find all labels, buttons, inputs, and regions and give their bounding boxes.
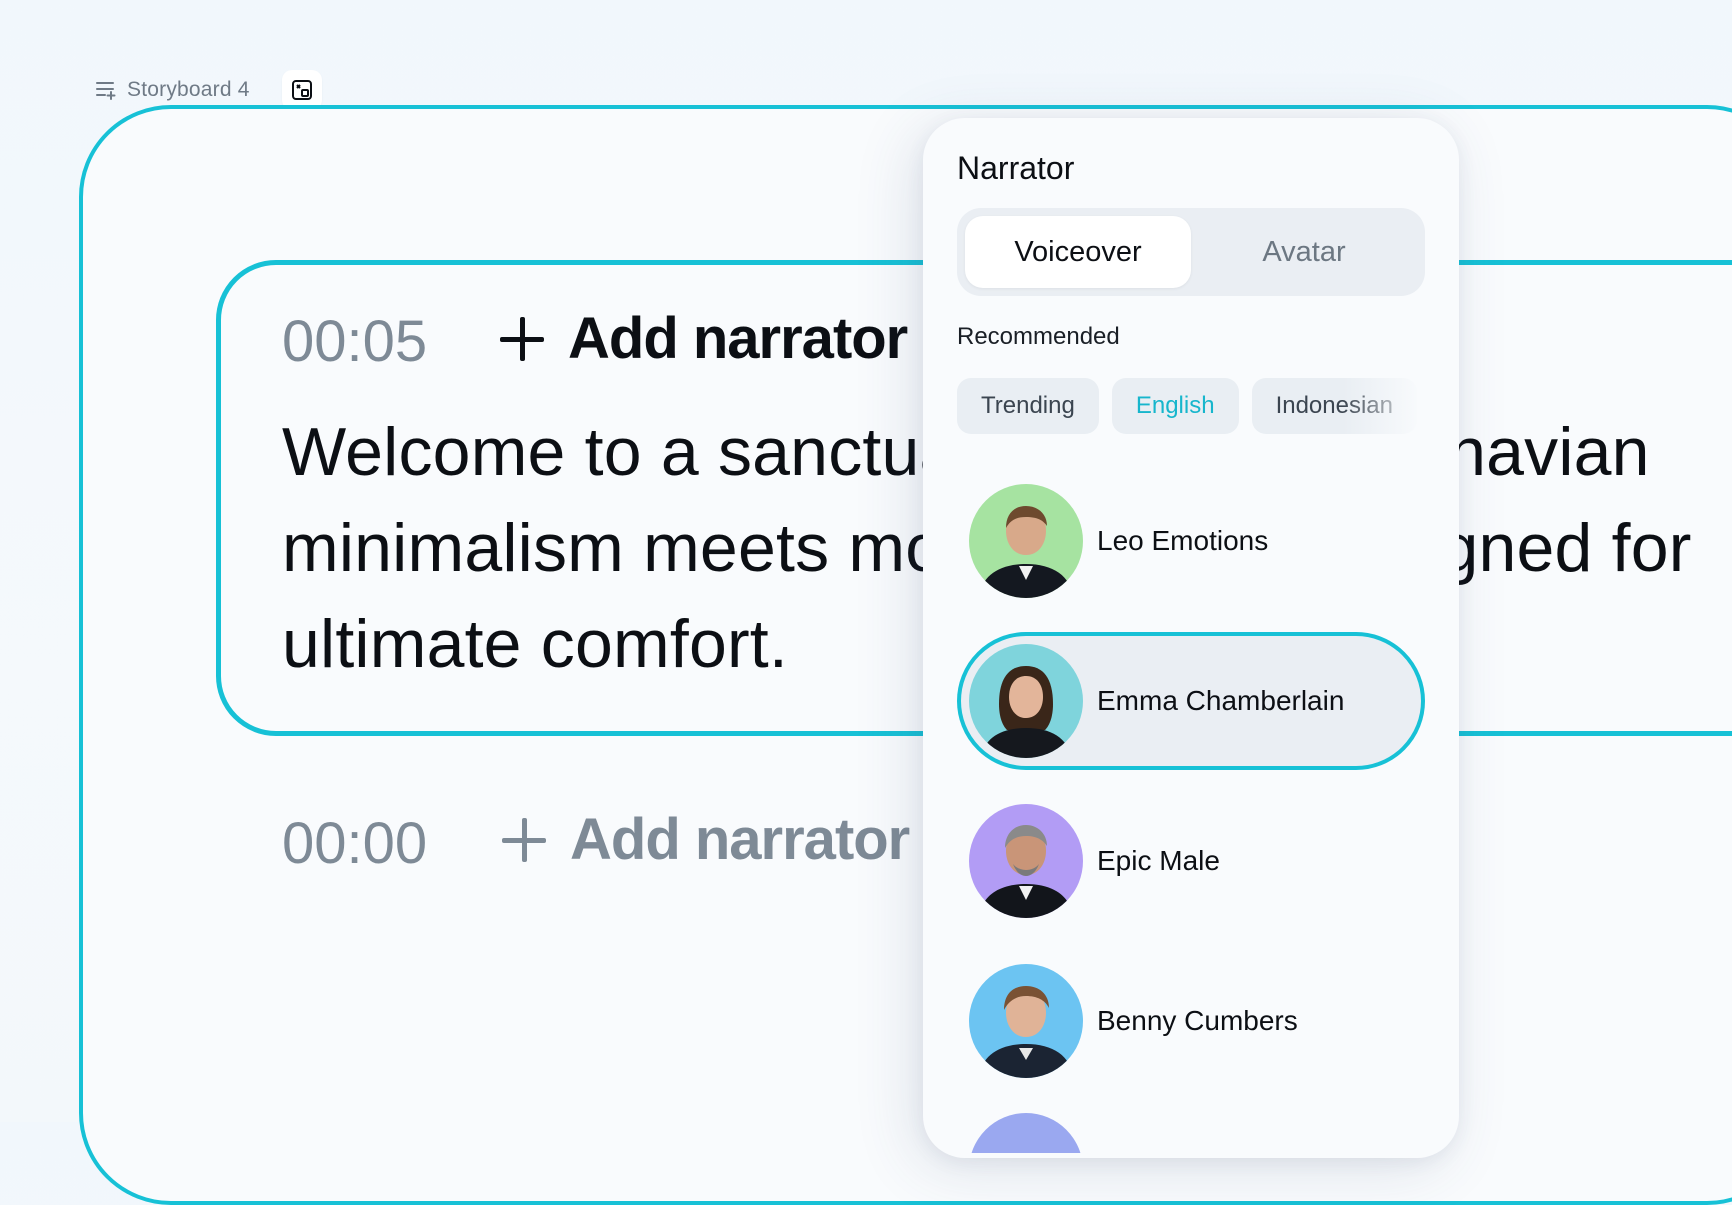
add-narrator-button[interactable]: Add narrator bbox=[502, 806, 910, 873]
avatar bbox=[969, 484, 1083, 598]
avatar bbox=[969, 964, 1083, 1078]
tab-voiceover[interactable]: Voiceover bbox=[965, 216, 1191, 288]
add-narrator-button[interactable]: Add narrator bbox=[500, 305, 908, 372]
avatar bbox=[969, 804, 1083, 918]
chip-trending[interactable]: Trending bbox=[957, 378, 1099, 434]
add-narrator-label: Add narrator bbox=[570, 807, 910, 872]
storyboard-header: Storyboard 4 bbox=[95, 70, 322, 110]
voice-item-leo-emotions[interactable]: Leo Emotions bbox=[957, 472, 1425, 610]
panel-title: Narrator bbox=[957, 150, 1075, 186]
voice-name: Benny Cumbers bbox=[1097, 1005, 1298, 1036]
recommended-heading: Recommended bbox=[957, 323, 1120, 350]
voice-item-benny-cumbers[interactable]: Benny Cumbers bbox=[957, 952, 1425, 1090]
layout-icon bbox=[291, 80, 312, 100]
avatar bbox=[969, 1113, 1083, 1153]
layout-toggle-button[interactable] bbox=[281, 70, 322, 110]
scene-time: 00:05 bbox=[282, 309, 428, 374]
avatar bbox=[969, 644, 1083, 758]
voice-name: Leo Emotions bbox=[1097, 525, 1269, 556]
scene-time: 00:00 bbox=[282, 811, 428, 876]
plus-icon bbox=[500, 316, 544, 361]
chips-fade-overlay bbox=[1343, 378, 1433, 434]
voice-name: Emma Chamberlain bbox=[1097, 685, 1345, 716]
chip-english[interactable]: English bbox=[1111, 378, 1239, 434]
narrator-panel: Narrator Voiceover Avatar Recommended Tr… bbox=[923, 118, 1459, 1158]
storyboard-label[interactable]: Storyboard 4 bbox=[127, 78, 250, 102]
storyboard-icon bbox=[95, 79, 117, 101]
voice-item-epic-male[interactable]: Epic Male bbox=[957, 792, 1425, 930]
voice-item-emma-chamberlain[interactable]: Emma Chamberlain bbox=[957, 632, 1425, 770]
plus-icon bbox=[502, 817, 546, 862]
tab-avatar[interactable]: Avatar bbox=[1191, 216, 1417, 288]
add-narrator-label: Add narrator bbox=[568, 306, 908, 371]
narrator-type-tabs: Voiceover Avatar bbox=[957, 208, 1425, 296]
voice-name: Epic Male bbox=[1097, 845, 1220, 876]
voice-item-partial[interactable] bbox=[969, 1113, 1083, 1153]
